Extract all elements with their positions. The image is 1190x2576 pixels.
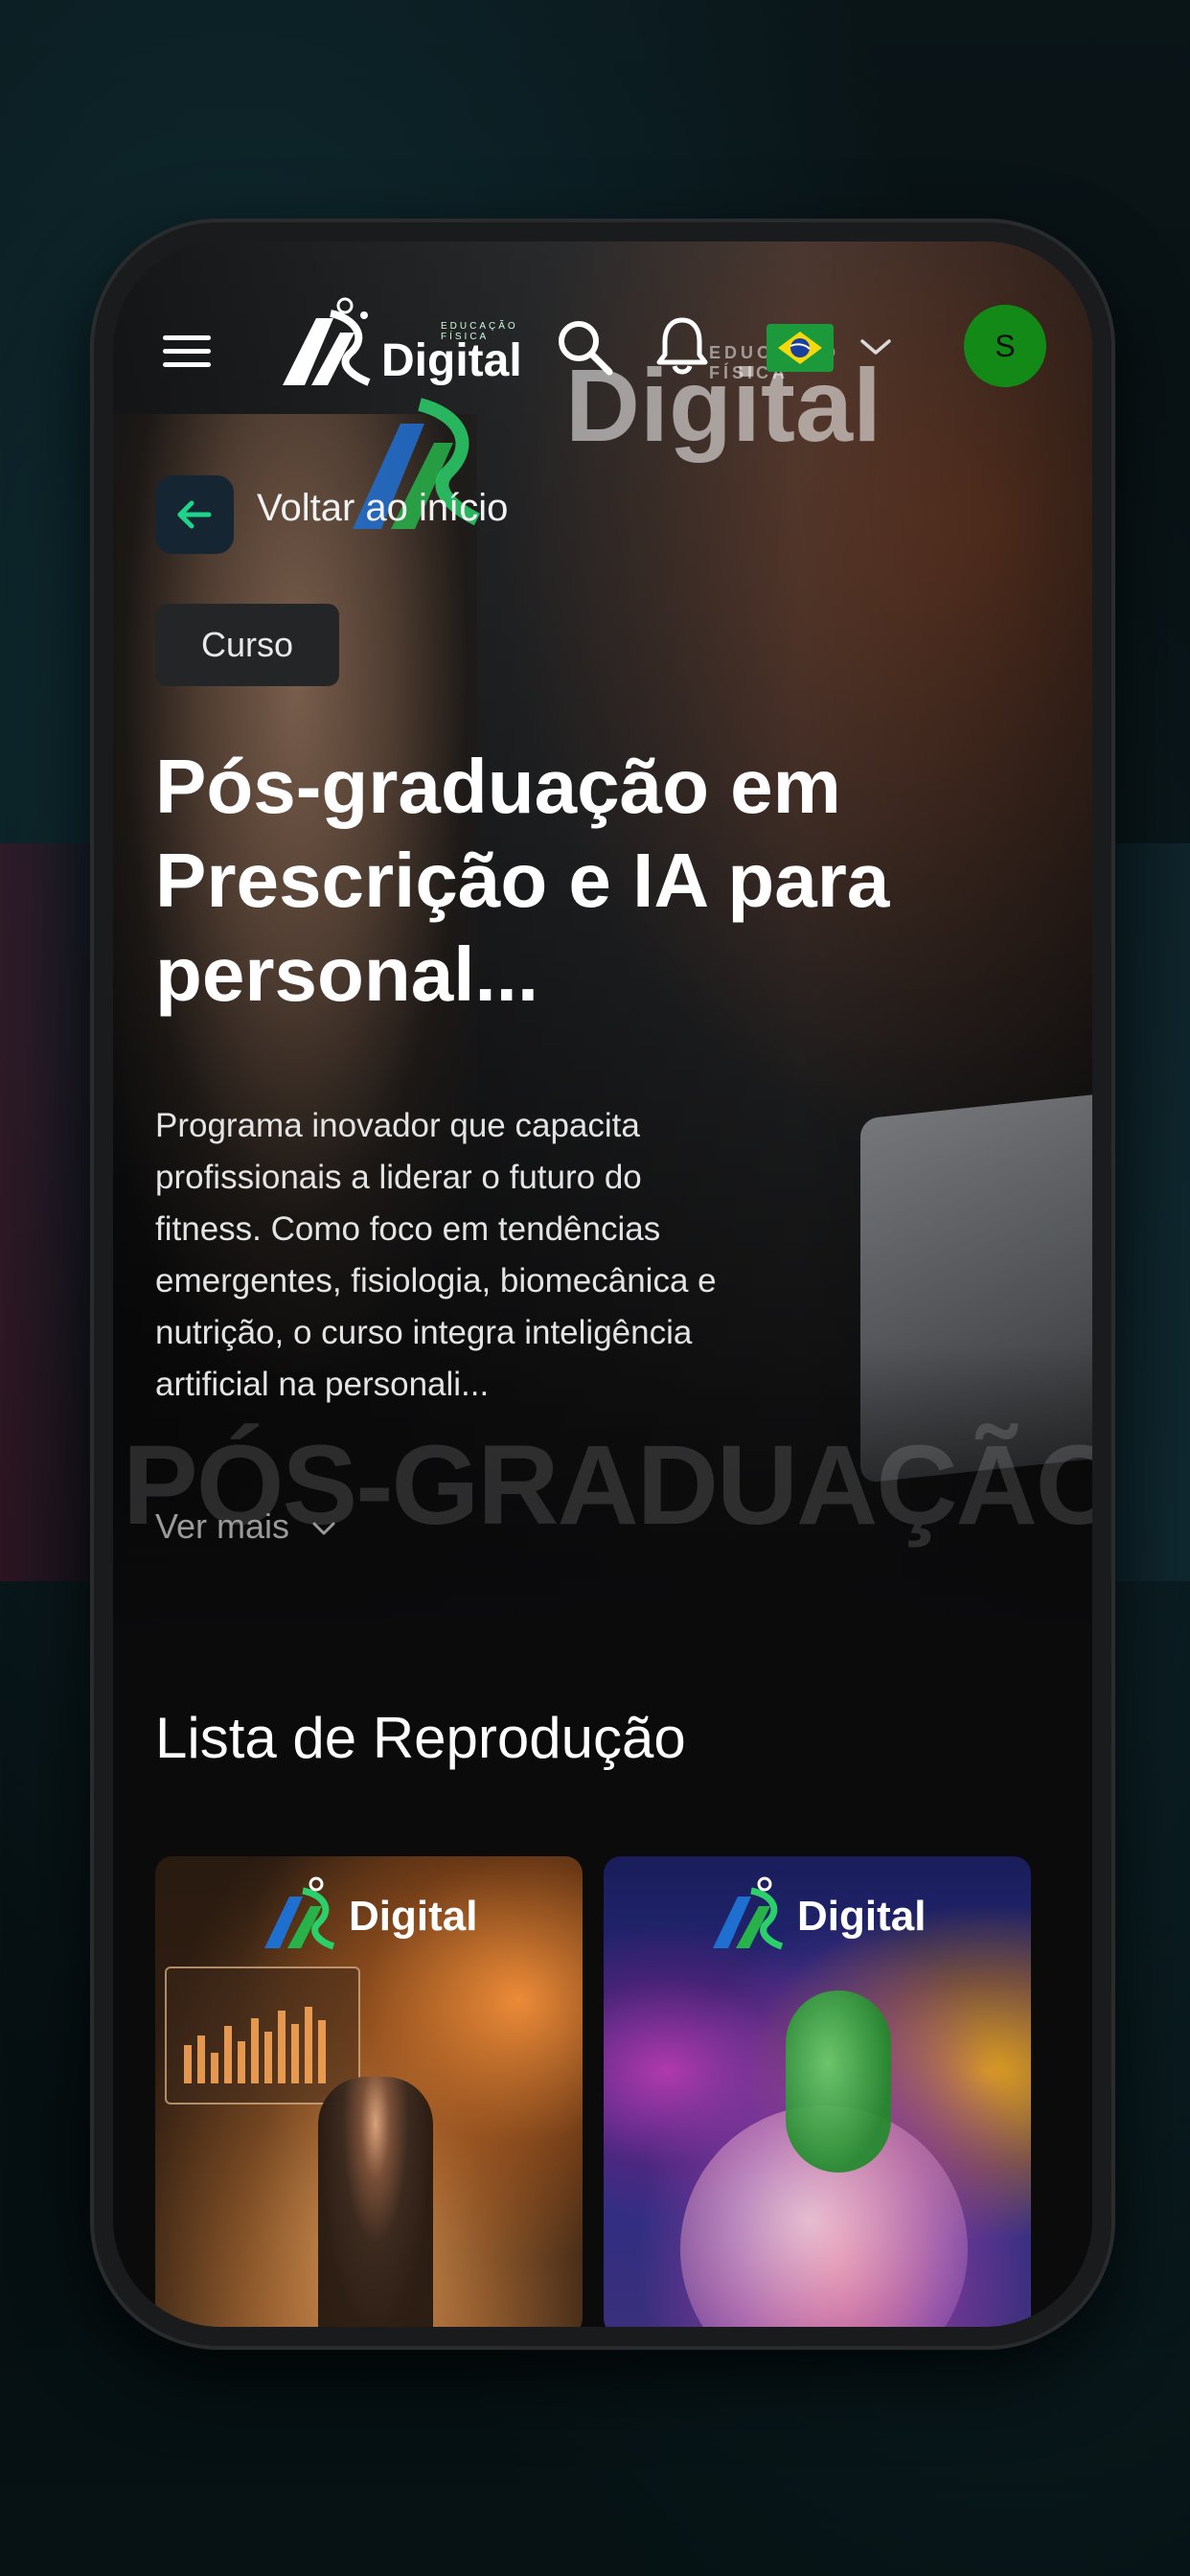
see-more-button[interactable]: Ver mais <box>155 1506 337 1547</box>
arrow-left-icon <box>177 500 212 529</box>
card-brand-word: Digital <box>797 1893 927 1940</box>
chevron-down-icon <box>312 1522 335 1535</box>
playlist-card[interactable]: Digital <box>155 1856 583 2327</box>
back-button[interactable] <box>155 475 234 554</box>
mitochondria-illustration <box>786 1990 891 2173</box>
chart-panel-illustration <box>165 1966 360 2104</box>
hamburger-menu-icon[interactable] <box>163 335 211 374</box>
course-title: Pós-graduação em Prescrição e IA para pe… <box>155 744 890 1017</box>
chevron-down-icon[interactable] <box>858 335 893 358</box>
brazil-flag-icon[interactable] <box>767 324 834 372</box>
card-brand-logo: Digital <box>261 1875 491 1952</box>
playlist-title: Lista de Reprodução <box>155 1706 686 1770</box>
top-app-bar: EDUCAÇÃO FÍSICA Digital S <box>113 242 1092 395</box>
bell-icon[interactable] <box>653 314 711 376</box>
athlete-figure-image <box>318 2077 433 2327</box>
brand-mark-icon <box>713 1876 784 1950</box>
search-icon[interactable] <box>554 316 615 378</box>
avatar[interactable]: S <box>964 305 1046 387</box>
card-brand-logo: Digital <box>709 1875 939 1952</box>
brand-wordmark: Digital <box>381 335 522 386</box>
course-description: Programa inovador que capacita profissio… <box>155 1107 717 1403</box>
see-more-label: Ver mais <box>155 1506 290 1546</box>
brand-mark-icon <box>264 1876 335 1950</box>
brand-mark-icon <box>283 297 371 386</box>
playlist-card[interactable]: Digital <box>604 1856 1031 2327</box>
course-type-badge: Curso <box>155 604 339 686</box>
back-to-home-link[interactable]: Voltar ao início <box>257 487 508 530</box>
brand-logo[interactable]: EDUCAÇÃO FÍSICA Digital <box>278 294 537 390</box>
card-brand-word: Digital <box>349 1893 478 1940</box>
phone-screen: EDUCAÇÃO FÍSICA Digital PÓS-GRADUAÇÃO EM… <box>113 242 1092 2327</box>
